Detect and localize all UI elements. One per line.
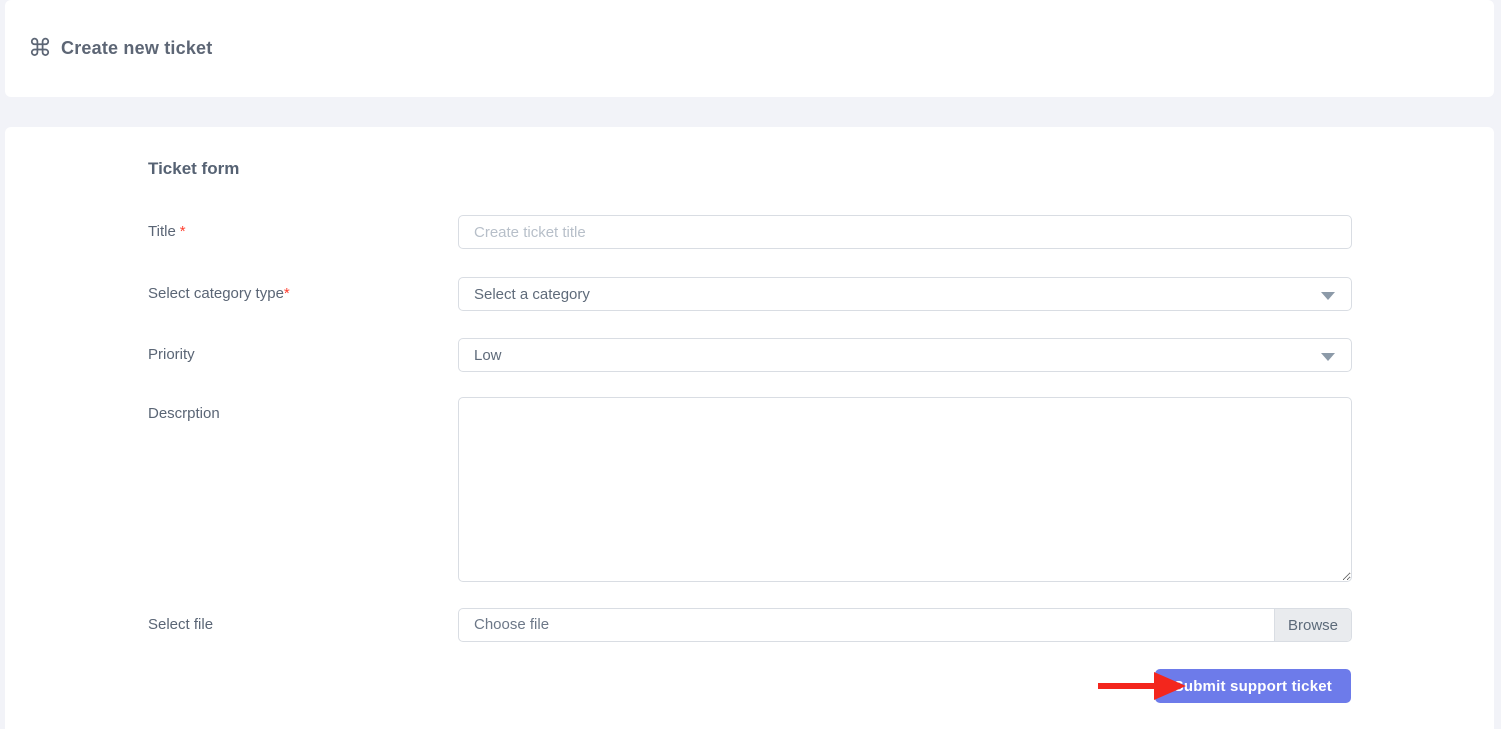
title-input[interactable]	[458, 215, 1352, 249]
category-label: Select category type*	[148, 277, 290, 311]
priority-select-value: Low	[474, 347, 502, 364]
chevron-down-icon	[1321, 292, 1335, 300]
description-control	[458, 397, 1352, 587]
file-input[interactable]: Choose file	[459, 609, 1274, 641]
title-row: Title*	[5, 215, 1494, 249]
file-input-group: Choose file Browse	[458, 608, 1352, 642]
priority-select[interactable]: Low	[458, 338, 1352, 372]
required-asterisk: *	[284, 285, 290, 302]
page-title: Create new ticket	[61, 38, 212, 59]
priority-label: Priority	[148, 338, 195, 372]
header-card: ⌘ Create new ticket	[5, 0, 1494, 97]
description-label: Descrption	[148, 397, 220, 431]
submit-row: Submit support ticket	[5, 669, 1494, 703]
category-select[interactable]: Select a category	[458, 277, 1352, 311]
priority-control: Low	[458, 338, 1352, 372]
file-label: Select file	[148, 608, 213, 642]
title-control	[458, 215, 1352, 249]
description-textarea[interactable]	[458, 397, 1352, 582]
description-row: Descrption	[5, 397, 1494, 582]
required-asterisk: *	[180, 223, 186, 240]
browse-button[interactable]: Browse	[1274, 609, 1351, 641]
file-control: Choose file Browse	[458, 608, 1352, 642]
ticket-form-card: Ticket form Title* Select category type*…	[5, 127, 1494, 729]
title-label-text: Title	[148, 223, 176, 240]
command-icon: ⌘	[28, 37, 52, 61]
title-label: Title*	[148, 215, 186, 249]
category-control: Select a category	[458, 277, 1352, 311]
category-row: Select category type* Select a category	[5, 277, 1494, 311]
category-label-text: Select category type	[148, 285, 284, 302]
form-heading: Ticket form	[148, 159, 239, 179]
chevron-down-icon	[1321, 353, 1335, 361]
header-inner: ⌘ Create new ticket	[5, 0, 1494, 97]
red-arrow-annotation	[1096, 671, 1188, 701]
priority-row: Priority Low	[5, 338, 1494, 372]
file-row: Select file Choose file Browse	[5, 608, 1494, 642]
category-select-value: Select a category	[474, 286, 590, 303]
